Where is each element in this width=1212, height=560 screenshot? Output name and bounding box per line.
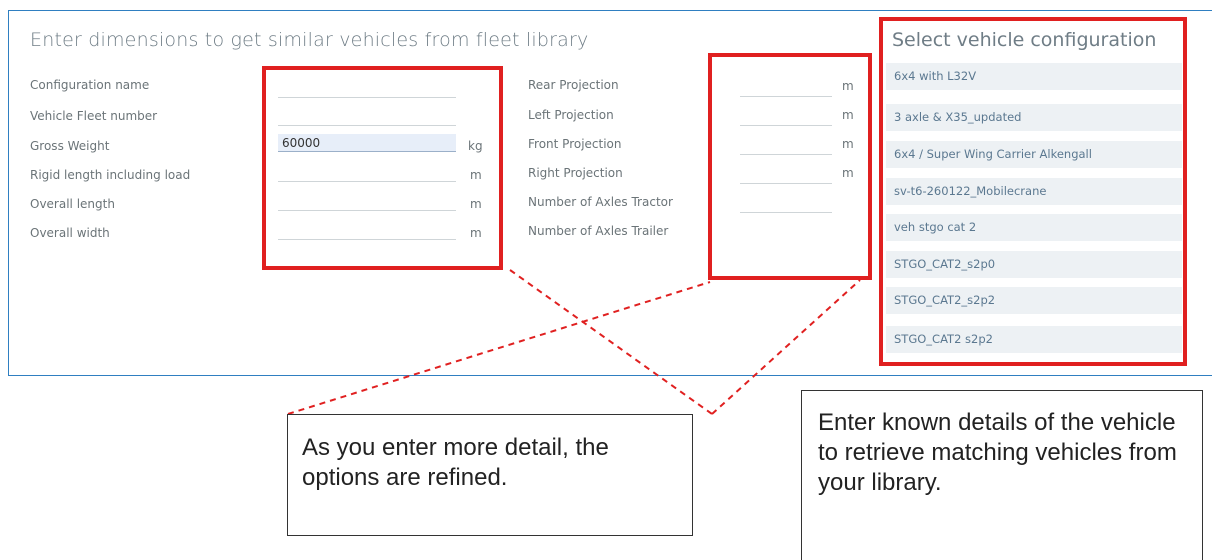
callout-refine-options-text: As you enter more detail, the options ar… (302, 434, 609, 491)
callout-refine-options: As you enter more detail, the options ar… (287, 414, 693, 536)
callout-enter-details-text: Enter known details of the vehicle to re… (818, 409, 1177, 496)
callout-enter-details: Enter known details of the vehicle to re… (801, 390, 1203, 560)
